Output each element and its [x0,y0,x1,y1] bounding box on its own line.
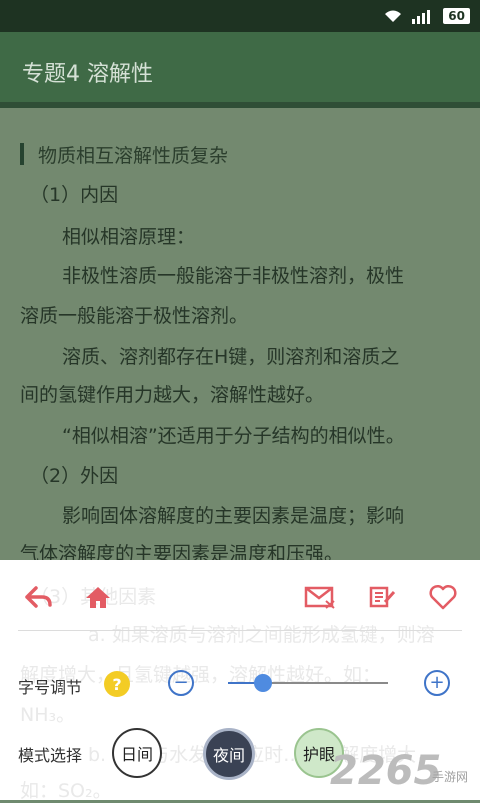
wifi-icon [385,10,402,22]
page-title: 专题4 溶解性 [22,62,153,87]
content-line: 溶质、溶剂都存在H键，则溶剂和溶质之 [62,346,400,368]
mode-label: 模式选择 [18,746,83,765]
mail-icon[interactable] [302,579,338,615]
decrease-font-button[interactable]: − [168,670,194,696]
content-line: 相似相溶原理： [62,226,196,248]
increase-font-button[interactable]: + [424,670,450,696]
font-size-label: 字号调节 [18,678,83,697]
heart-icon[interactable] [425,579,461,615]
battery-indicator: 60 [443,8,470,24]
content-line: “相似相溶”还适用于分子结构的相似性。 [62,425,405,447]
watermark-logo: 2265 [330,748,442,794]
title-bar: 专题4 溶解性 [0,32,480,108]
content-line: 影响固体溶解度的主要因素是温度；影响 [62,505,405,527]
faded-line: 如：SO₂。 [20,780,112,802]
heading-text: 物质相互溶解性质复杂 [38,144,229,167]
panel-divider [18,630,462,631]
night-mode-button[interactable]: 夜间 [203,728,255,780]
content-line: （2）外因 [30,465,119,487]
signal-icon [412,10,431,24]
heading-marker [20,143,24,165]
watermark-text: 手游网 [432,770,469,784]
content-line: 间的氢键作用力越大，溶解性越好。 [20,384,325,406]
section-heading: 物质相互溶解性质复杂 [20,142,229,167]
back-icon[interactable] [20,579,56,615]
content-line: 溶质一般能溶于极性溶剂。 [20,305,249,327]
faded-line: NH₃。 [20,704,76,726]
status-bar: 60 [0,0,480,32]
content-line: 非极性溶质一般能溶于非极性溶剂，极性 [62,265,405,287]
content-line: （1）内因 [30,184,119,206]
faded-line: a. 如果溶质与溶剂之间能形成氢键，则溶 [88,624,435,646]
help-icon[interactable]: ? [104,671,130,697]
day-mode-button[interactable]: 日间 [112,728,162,778]
home-icon[interactable] [80,579,116,615]
article-content: 物质相互溶解性质复杂 （1）内因 相似相溶原理： 非极性溶质一般能溶于非极性溶剂… [0,108,480,568]
note-icon[interactable] [364,579,400,615]
